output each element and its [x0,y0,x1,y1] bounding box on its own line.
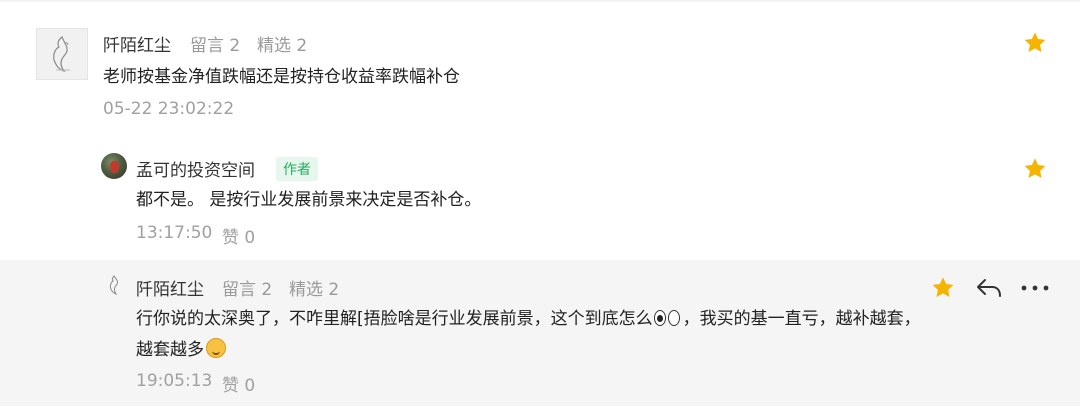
avatar[interactable] [36,28,88,80]
comment-item: 阡陌红尘 留言 2 精选 2 老师按基金净值跌幅还是按持仓收益率跌幅补仓 05-… [0,22,1080,140]
avatar[interactable] [104,274,124,296]
star-icon[interactable] [930,275,956,301]
smile-emoji-icon [206,338,226,358]
author-reply: 孟可的投资空间 作者 都不是。 是按行业发展前景来决定是否补仓。 13:17:5… [0,146,1080,258]
reply-timestamp: 13:17:50 [136,223,213,243]
comment-text: 老师按基金净值跌幅还是按持仓收益率跌幅补仓 [103,67,460,87]
reply-text: 行你说的太深奥了，不咋里解[捂脸啥是行业发展前景，这个到底怎么 ，我买的基一直亏，… [136,304,921,335]
comment-timestamp: 05-22 23:02:22 [103,99,235,119]
reply-timestamp: 19:05:13 [136,371,213,391]
reply-text-line2: 越套越多 [136,335,226,366]
reply-item-highlighted: 阡陌红尘 留言 2 精选 2 行你说的太深奥了，不咋里解[捂脸啥是行业发展前景，… [0,260,1080,406]
author-badge: 作者 [276,157,318,181]
comment-message-count: 留言 2 [190,36,241,56]
reply-text-part: ，我买的基一直亏，越补越套， [682,309,921,329]
more-icon[interactable] [1020,284,1050,292]
like-count[interactable]: 赞 0 [222,223,255,248]
avatar-figure-icon [53,36,70,73]
comment-username[interactable]: 阡陌红尘 [103,31,171,56]
reply-username[interactable]: 阡陌红尘 [136,275,204,300]
star-icon[interactable] [1022,30,1048,56]
reply-icon[interactable] [975,276,1003,300]
avatar[interactable] [101,153,127,179]
comment-featured-count: 精选 2 [257,36,308,56]
eyes-emoji-icon [653,309,683,327]
reply-featured-count: 精选 2 [289,280,340,300]
reply-text: 都不是。 是按行业发展前景来决定是否补仓。 [136,190,482,210]
like-count[interactable]: 赞 0 [222,371,255,396]
avatar-figure-icon [109,275,119,295]
reply-text-part: 行你说的太深奥了，不咋里解[捂脸啥是行业发展前景，这个到底怎么 [136,309,653,329]
reply-text-part: 越套越多 [136,340,204,360]
reply-message-count: 留言 2 [222,280,273,300]
top-divider [0,0,1080,2]
star-icon[interactable] [1022,156,1048,182]
reply-username[interactable]: 孟可的投资空间 [136,156,255,181]
